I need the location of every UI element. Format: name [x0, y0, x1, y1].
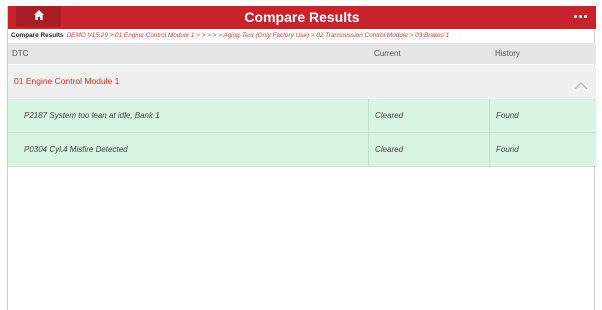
- history-cell: Found: [489, 133, 596, 167]
- dtc-cell: P2187 System too lean at idle, Bank 1: [24, 111, 160, 120]
- breadcrumb-label: Compare Results: [11, 32, 64, 39]
- group-row-engine-control-module[interactable]: 01 Engine Control Module 1: [8, 65, 596, 98]
- history-cell: Found: [489, 99, 596, 133]
- chevron-up-icon[interactable]: [574, 77, 588, 95]
- column-header-dtc: DTC: [12, 49, 29, 58]
- more-button[interactable]: [568, 6, 592, 27]
- dtc-cell: P0304 Cyl.4 Misfire Detected: [24, 145, 128, 154]
- group-label: 01 Engine Control Module 1: [14, 76, 120, 86]
- app-window: Compare Results Compare Results DEMO V15.…: [7, 6, 596, 310]
- page-title: Compare Results: [244, 9, 360, 25]
- more-icon: [573, 15, 587, 18]
- column-header-history: History: [495, 49, 520, 58]
- title-bar: Compare Results: [8, 6, 596, 29]
- current-cell: Cleared: [368, 99, 489, 133]
- column-header-current: Current: [374, 49, 401, 58]
- table-header: DTC Current History: [8, 43, 596, 64]
- table-row[interactable]: P2187 System too lean at idle, Bank 1 Cl…: [8, 99, 596, 133]
- table-row[interactable]: P0304 Cyl.4 Misfire Detected Cleared Fou…: [8, 133, 596, 167]
- breadcrumb: Compare Results DEMO V15.29 > 01 Engine C…: [11, 31, 595, 41]
- breadcrumb-path[interactable]: DEMO V15.29 > 01 Engine Control Module 1…: [67, 32, 450, 39]
- current-cell: Cleared: [368, 133, 489, 167]
